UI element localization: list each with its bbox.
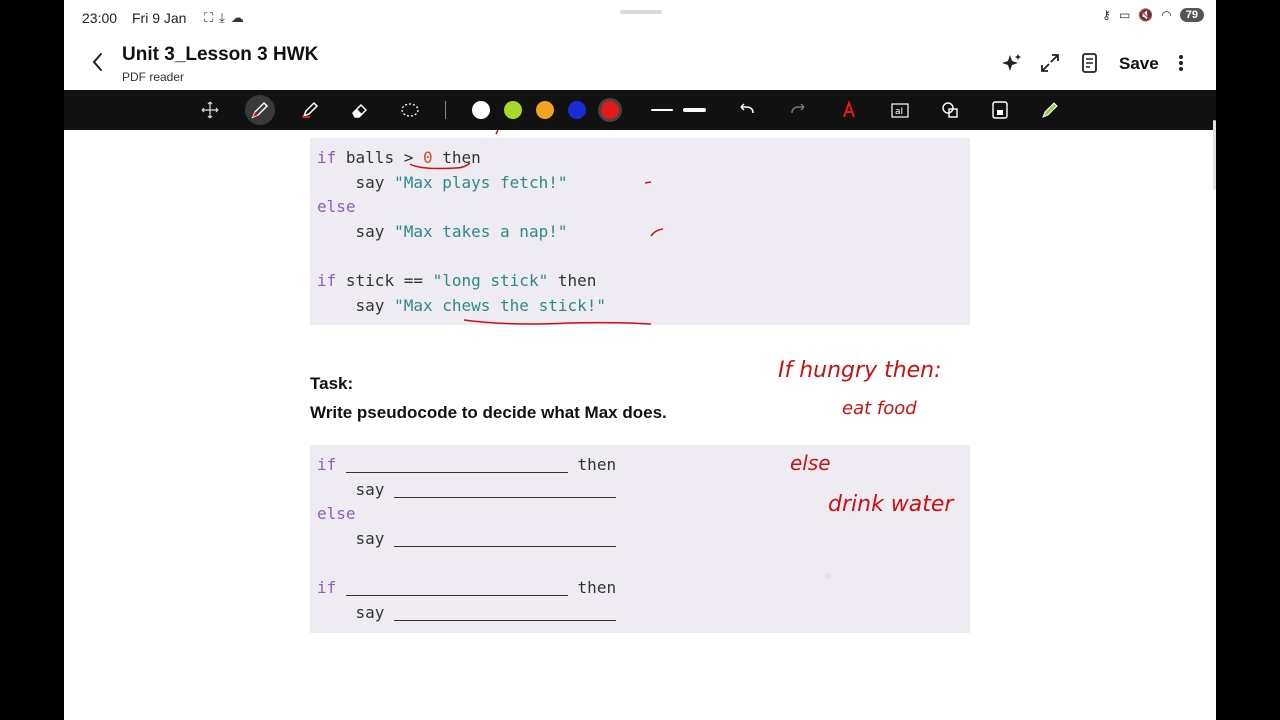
task-line-4: say	[317, 529, 617, 548]
lasso-tool-button[interactable]	[395, 96, 425, 124]
battery-indicator: 79	[1179, 8, 1204, 22]
annotation-toolbar: aI	[64, 90, 1216, 130]
select-tool-button[interactable]	[195, 96, 225, 124]
undo-button[interactable]	[732, 96, 762, 124]
pen-settings-button[interactable]	[1035, 96, 1065, 124]
thin-stroke-button[interactable]	[651, 109, 673, 111]
ink-mark-top	[495, 130, 499, 135]
mute-icon: 🔇	[1138, 8, 1154, 22]
code-line-6: say "Max chews the stick!"	[355, 296, 606, 315]
save-button[interactable]: Save	[1119, 54, 1159, 74]
text-box-icon: aI	[891, 103, 909, 118]
blank-action-1[interactable]	[394, 482, 617, 498]
blank-condition-1[interactable]	[345, 457, 568, 473]
wifi-icon: ◠	[1161, 8, 1172, 22]
color-blue-swatch[interactable]	[568, 101, 586, 119]
document-title: Unit 3_Lesson 3 HWK	[122, 44, 319, 65]
back-button[interactable]	[86, 50, 110, 74]
task-line-2: say	[317, 480, 617, 499]
highlighter-icon	[302, 101, 319, 118]
blank-action-3[interactable]	[394, 605, 617, 621]
insert-image-button[interactable]	[985, 96, 1015, 124]
task-line-6: say	[317, 603, 617, 622]
lock-page-icon	[992, 101, 1008, 119]
status-icons: ⛶ ⤓ ☁	[204, 10, 244, 26]
undo-icon	[740, 103, 754, 114]
redo-icon	[791, 103, 805, 114]
toolbar-separator	[445, 101, 446, 119]
redo-button[interactable]	[783, 96, 813, 124]
code-block-example: if balls > 0 then say "Max plays fetch!"…	[310, 138, 970, 325]
task-heading: Task:	[310, 374, 354, 393]
color-white-swatch[interactable]	[472, 101, 490, 119]
shapes-button[interactable]	[935, 96, 965, 124]
task-description: Write pseudocode to decide what Max does…	[310, 403, 667, 422]
scrollbar[interactable]	[1213, 120, 1216, 190]
multitask-handle[interactable]	[620, 10, 662, 14]
eraser-icon	[352, 103, 368, 118]
eraser-tool-button[interactable]	[345, 96, 375, 124]
pdf-page[interactable]: if balls > 0 then say "Max plays fetch!"…	[208, 130, 1072, 720]
download-icon: ⤓	[219, 10, 225, 25]
document-info-button[interactable]	[1078, 51, 1102, 75]
task-line-3: else	[317, 504, 356, 523]
highlighter-tool-button[interactable]	[295, 96, 325, 124]
sparkle-icon	[1002, 54, 1021, 71]
text-style-button[interactable]	[834, 96, 864, 124]
tablet-screen: 23:00 Fri 9 Jan ⛶ ⤓ ☁ ⚷ ▭ 🔇 ◠ 79 Unit 3_…	[64, 0, 1216, 720]
cloud-icon: ☁	[230, 10, 244, 25]
app-header: Unit 3_Lesson 3 HWK PDF reader Save	[64, 36, 1216, 90]
status-date: Fri 9 Jan	[132, 10, 187, 26]
blank-condition-2[interactable]	[345, 580, 568, 596]
move-icon	[201, 101, 219, 119]
marker-icon	[1042, 102, 1058, 118]
fullscreen-button[interactable]	[1038, 51, 1062, 75]
code-line-4: say "Max takes a nap!"	[355, 222, 568, 241]
thick-stroke-button[interactable]	[683, 108, 706, 112]
color-red-swatch[interactable]	[601, 101, 619, 119]
pen-tool-button[interactable]	[245, 95, 275, 125]
status-right-icons: ⚷ ▭ 🔇 ◠ 79	[1102, 8, 1204, 22]
color-green-swatch[interactable]	[504, 101, 522, 119]
cast-icon: ▭	[1118, 8, 1131, 22]
code-line-5: if stick == "long stick" then	[317, 271, 597, 290]
screen-record-icon: ⛶	[204, 10, 214, 25]
task-line-5: if then	[317, 578, 617, 597]
color-orange-swatch[interactable]	[536, 101, 554, 119]
shapes-icon	[942, 102, 958, 118]
ai-sparkle-button[interactable]	[1000, 51, 1024, 75]
font-color-icon	[843, 100, 855, 118]
pen-icon	[251, 101, 269, 119]
more-vertical-icon	[1179, 55, 1183, 71]
more-options-button[interactable]	[1174, 51, 1188, 75]
status-time: 23:00	[82, 10, 118, 26]
document-icon	[1082, 53, 1097, 73]
key-icon: ⚷	[1102, 8, 1111, 22]
ink-text-line1: If hungry then:	[778, 358, 942, 383]
text-box-button[interactable]: aI	[885, 96, 915, 124]
task-line-1: if then	[317, 455, 617, 474]
lasso-icon	[401, 103, 419, 117]
expand-icon	[1041, 54, 1059, 72]
code-block-task: if then say else say if then say	[310, 445, 970, 633]
blank-action-2[interactable]	[394, 531, 617, 547]
code-line-3: else	[317, 197, 356, 216]
status-bar: 23:00 Fri 9 Jan ⛶ ⤓ ☁ ⚷ ▭ 🔇 ◠ 79	[64, 0, 1216, 36]
chevron-left-icon	[92, 53, 102, 71]
code-line-1: if balls > 0 then	[317, 148, 481, 167]
ink-text-line2: eat food	[842, 398, 917, 419]
document-subtitle: PDF reader	[122, 70, 185, 84]
code-line-2: say "Max plays fetch!"	[355, 173, 568, 192]
svg-text:aI: aI	[895, 107, 903, 117]
